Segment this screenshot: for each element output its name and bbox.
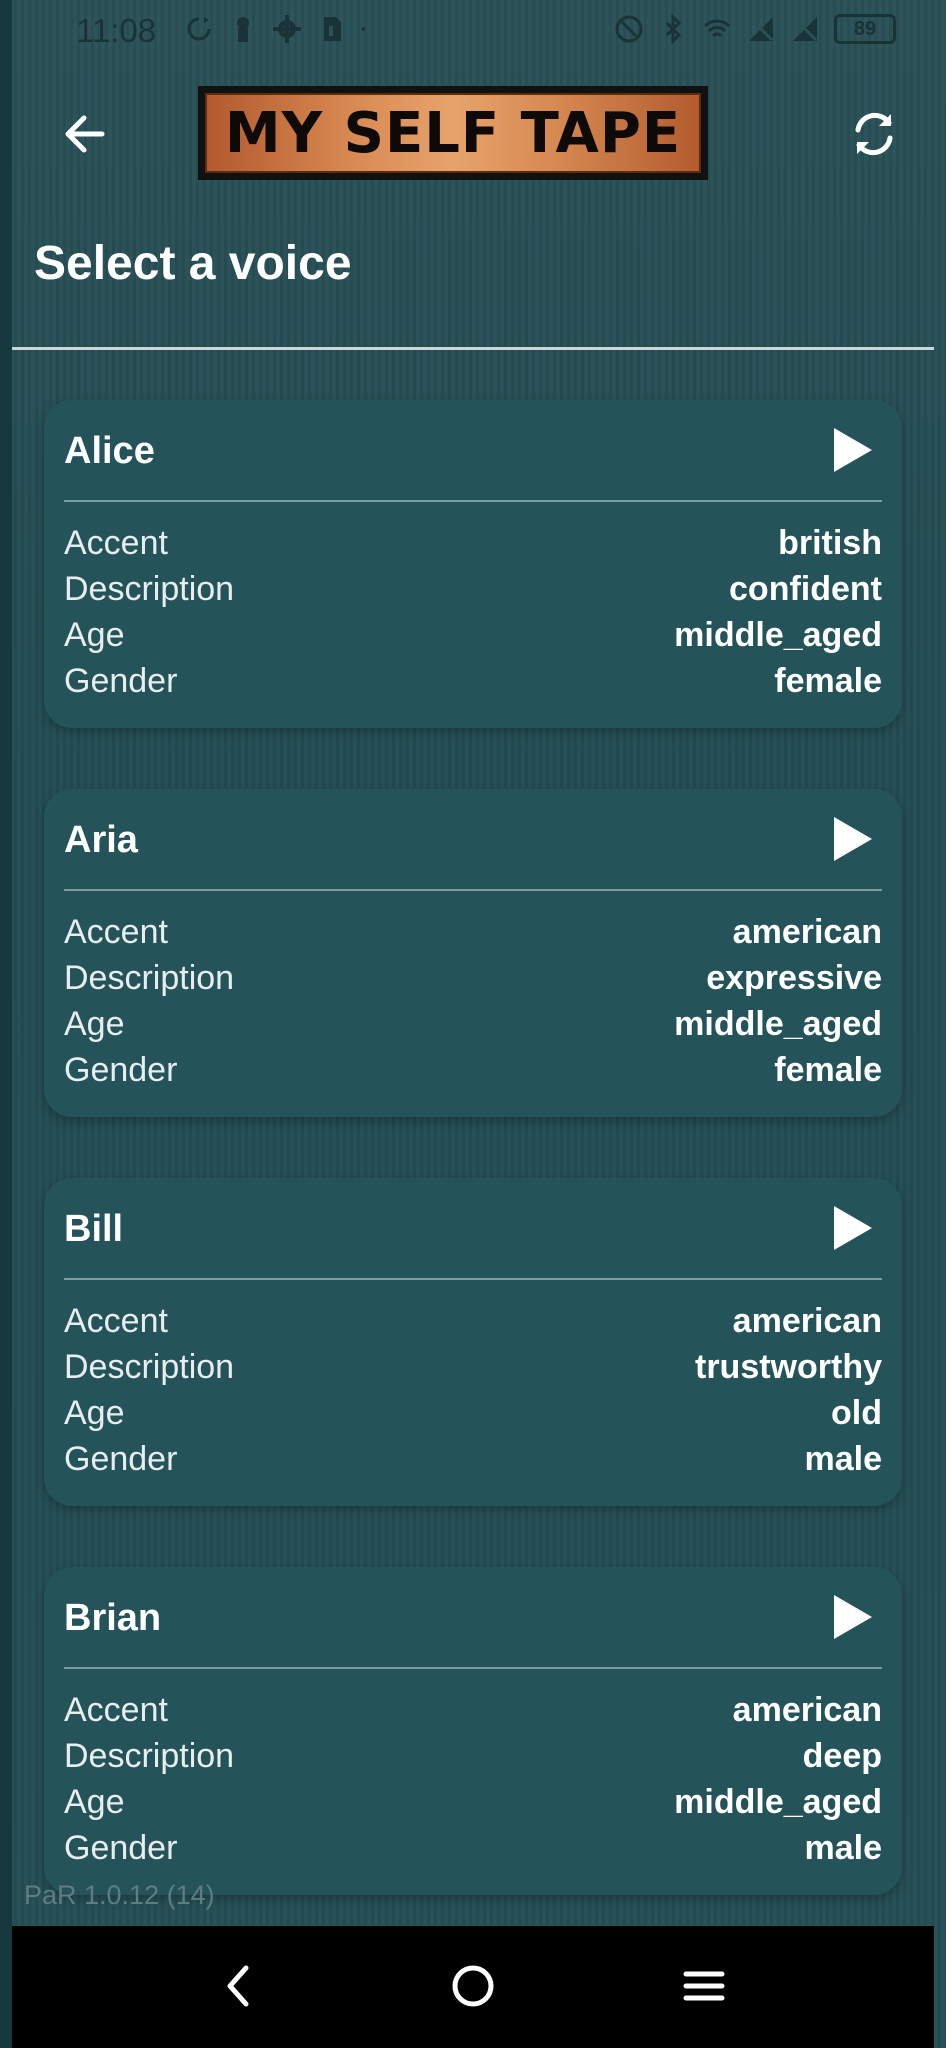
description-row: Description expressive xyxy=(64,959,882,1003)
gender-row: Gender female xyxy=(64,662,882,706)
accent-row: Accent british xyxy=(64,524,882,568)
accent-label: Accent xyxy=(64,1691,168,1729)
page-title: Select a voice xyxy=(34,237,352,290)
refresh-icon[interactable] xyxy=(844,104,904,164)
accent-row: Accent american xyxy=(64,1691,882,1735)
no-signal-icon xyxy=(793,17,818,42)
gender-row: Gender male xyxy=(64,1440,882,1484)
no-signal-icon xyxy=(749,17,774,42)
description-value: expressive xyxy=(706,959,882,997)
age-value: middle_aged xyxy=(674,616,882,654)
card-divider xyxy=(64,1667,882,1669)
description-row: Description trustworthy xyxy=(64,1348,882,1392)
version-label: PaR 1.0.12 (14) xyxy=(24,1880,215,1910)
voice-name: Bill xyxy=(64,1208,124,1250)
age-row: Age middle_aged xyxy=(64,1005,882,1049)
accent-value: american xyxy=(732,1691,882,1729)
play-icon[interactable] xyxy=(830,1591,876,1643)
battery-icon: 89 xyxy=(834,14,896,44)
gender-label: Gender xyxy=(64,1829,178,1867)
age-row: Age middle_aged xyxy=(64,616,882,660)
age-label: Age xyxy=(64,616,125,654)
gender-value: male xyxy=(804,1440,883,1478)
title-divider xyxy=(12,347,934,350)
gender-row: Gender female xyxy=(64,1051,882,1095)
app-logo: MY SELF TAPE xyxy=(198,86,708,180)
back-icon[interactable] xyxy=(210,1956,270,2016)
app-bar: MY SELF TAPE xyxy=(0,62,946,202)
gender-value: female xyxy=(774,662,882,700)
voice-name: Aria xyxy=(64,819,138,861)
age-value: middle_aged xyxy=(674,1783,882,1821)
gender-value: female xyxy=(774,1051,882,1089)
dot-icon xyxy=(361,27,366,31)
description-value: trustworthy xyxy=(695,1348,882,1386)
accent-row: Accent american xyxy=(64,1302,882,1346)
accent-row: Accent american xyxy=(64,913,882,957)
description-row: Description deep xyxy=(64,1737,882,1781)
accent-label: Accent xyxy=(64,524,168,562)
gender-value: male xyxy=(804,1829,883,1867)
gender-row: Gender male xyxy=(64,1829,882,1873)
description-value: confident xyxy=(729,570,882,608)
card-divider xyxy=(64,889,882,891)
left-edge-strip xyxy=(0,0,12,2048)
status-time: 11:08 xyxy=(76,12,157,49)
voice-name: Brian xyxy=(64,1597,162,1639)
play-icon[interactable] xyxy=(830,813,876,865)
wifi-icon xyxy=(703,19,731,38)
age-row: Age middle_aged xyxy=(64,1783,882,1827)
gear-icon xyxy=(273,15,301,43)
description-label: Description xyxy=(64,1348,235,1386)
bluetooth-icon xyxy=(665,14,682,44)
voice-name: Alice xyxy=(64,430,155,472)
system-nav-bar xyxy=(12,1926,934,2048)
description-label: Description xyxy=(64,959,235,997)
age-value: old xyxy=(831,1394,882,1432)
home-icon[interactable] xyxy=(443,1956,503,2016)
sync-icon xyxy=(187,17,211,41)
menu-icon[interactable] xyxy=(674,1956,734,2016)
accent-value: american xyxy=(732,913,882,951)
description-value: deep xyxy=(802,1737,882,1775)
age-row: Age old xyxy=(64,1394,882,1438)
voice-card[interactable]: Alice Accent british Description confident… xyxy=(44,400,902,728)
age-label: Age xyxy=(64,1394,125,1432)
voice-card[interactable]: Aria Accent american Description expressiv… xyxy=(44,789,902,1117)
sd-card-icon xyxy=(324,17,341,41)
status-left-icons xyxy=(184,14,374,44)
lock-icon xyxy=(237,17,249,42)
accent-value: american xyxy=(732,1302,882,1340)
age-label: Age xyxy=(64,1783,125,1821)
description-label: Description xyxy=(64,1737,235,1775)
accent-label: Accent xyxy=(64,913,168,951)
voice-card[interactable]: Brian Accent american Description deep Age… xyxy=(44,1567,902,1895)
play-icon[interactable] xyxy=(830,1202,876,1254)
voice-card[interactable]: Bill Accent american Description trustwort… xyxy=(44,1178,902,1506)
back-arrow-icon[interactable] xyxy=(56,104,116,164)
accent-value: british xyxy=(778,524,882,562)
card-divider xyxy=(64,1278,882,1280)
description-row: Description confident xyxy=(64,570,882,614)
gender-label: Gender xyxy=(64,662,178,700)
play-icon[interactable] xyxy=(830,424,876,476)
description-label: Description xyxy=(64,570,235,608)
status-bar: 11:08 89 xyxy=(0,0,946,62)
logo-text: MY SELF TAPE xyxy=(205,93,701,173)
gender-label: Gender xyxy=(64,1051,178,1089)
age-value: middle_aged xyxy=(674,1005,882,1043)
age-label: Age xyxy=(64,1005,125,1043)
accent-label: Accent xyxy=(64,1302,168,1340)
card-divider xyxy=(64,500,882,502)
nfc-icon xyxy=(615,15,643,43)
gender-label: Gender xyxy=(64,1440,178,1478)
status-right-icons: 89 xyxy=(614,14,896,44)
